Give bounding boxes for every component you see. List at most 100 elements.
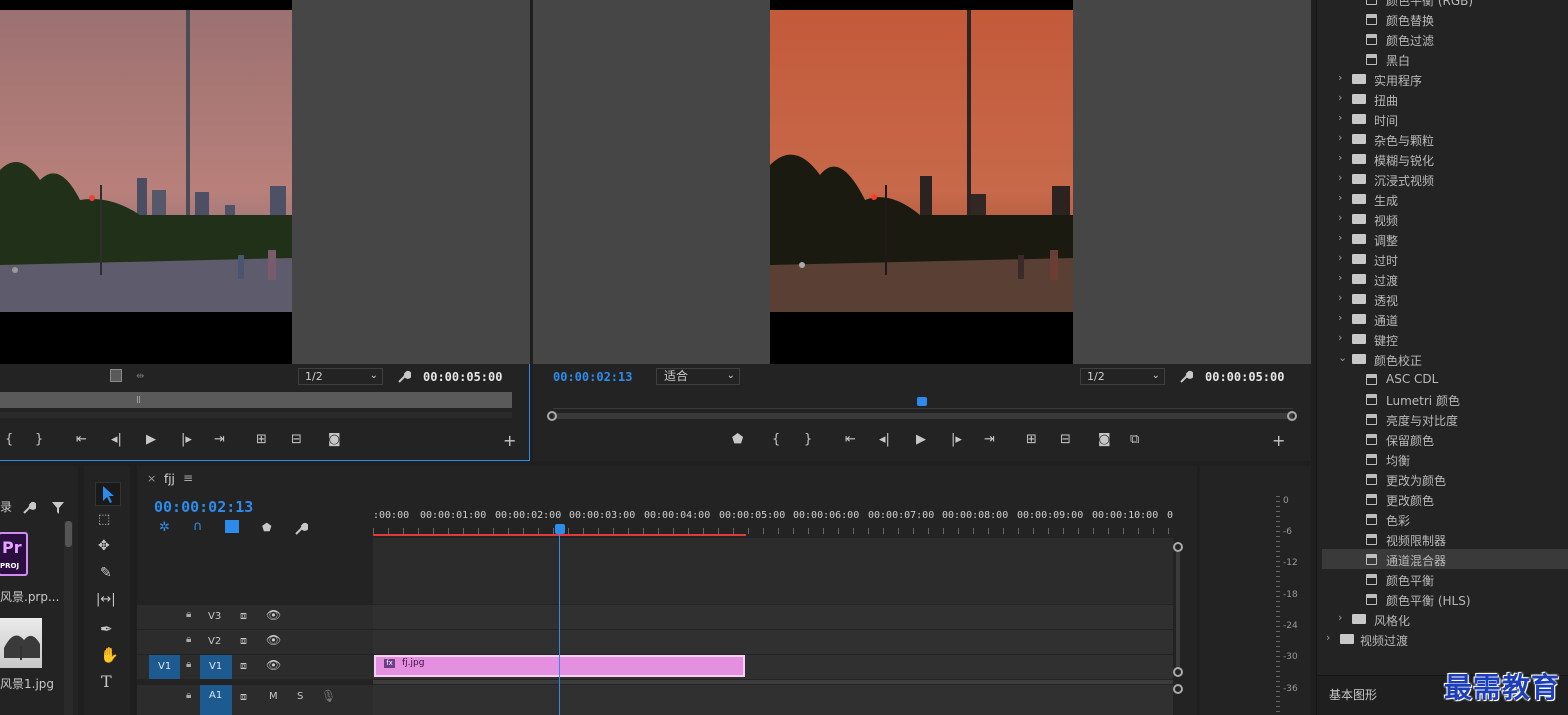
add-button-icon[interactable]: + bbox=[503, 431, 516, 450]
effects-tree-item[interactable]: › 过时 bbox=[1322, 249, 1568, 269]
type-tool-icon[interactable]: T bbox=[101, 672, 112, 691]
effects-tree-item[interactable]: › 过渡 bbox=[1322, 269, 1568, 289]
panel-menu-icon[interactable]: ≡ bbox=[183, 471, 193, 485]
zoom-left-handle[interactable] bbox=[547, 411, 557, 421]
lock-icon[interactable]: 🔒︎ bbox=[186, 690, 191, 701]
track-divider[interactable] bbox=[373, 680, 1173, 684]
effects-tree-item[interactable]: › 沉浸式视频 bbox=[1322, 169, 1568, 189]
mark-out-button[interactable]: } bbox=[804, 432, 812, 447]
track-a1-lane[interactable] bbox=[373, 685, 1173, 715]
effects-tree-item[interactable]: 颜色平衡 (RGB) bbox=[1322, 0, 1568, 9]
compare-view-icon[interactable]: ⧉ bbox=[1130, 432, 1139, 447]
program-fit-select[interactable]: 适合 ⌄ bbox=[656, 368, 740, 385]
insert-icon[interactable]: ⊞ bbox=[256, 432, 267, 447]
lock-icon[interactable]: 🔒︎ bbox=[186, 659, 191, 670]
chevron-right-icon[interactable]: › bbox=[1338, 151, 1342, 164]
vertical-zoom-handle[interactable] bbox=[1173, 667, 1183, 677]
chevron-right-icon[interactable]: › bbox=[1338, 111, 1342, 124]
effects-tree-item[interactable]: › 实用程序 bbox=[1322, 69, 1568, 89]
effects-tree-item[interactable]: › 杂色与颗粒 bbox=[1322, 129, 1568, 149]
track-v3-lane[interactable] bbox=[373, 605, 1173, 629]
effects-tree-item[interactable]: 均衡 bbox=[1322, 449, 1568, 469]
chevron-right-icon[interactable]: › bbox=[1338, 611, 1342, 624]
effects-tree-item[interactable]: › 时间 bbox=[1322, 109, 1568, 129]
nest-icon[interactable]: ✲ bbox=[159, 520, 170, 535]
source-video-frame[interactable] bbox=[0, 0, 292, 364]
effects-tree-item[interactable]: 颜色替换 bbox=[1322, 9, 1568, 29]
mute-button[interactable]: M bbox=[269, 691, 278, 702]
effects-tree-item[interactable]: 通道混合器 bbox=[1322, 549, 1568, 569]
eye-icon[interactable]: 👁︎ bbox=[266, 608, 281, 622]
effects-tree-item[interactable]: › 键控 bbox=[1322, 329, 1568, 349]
solo-button[interactable]: S bbox=[297, 691, 303, 702]
effects-tree-item[interactable]: 颜色平衡 bbox=[1322, 569, 1568, 589]
sync-lock-icon[interactable]: ⧈ bbox=[240, 659, 247, 673]
program-resolution-select[interactable]: 1/2 ⌄ bbox=[1080, 368, 1165, 385]
program-video-frame[interactable] bbox=[770, 0, 1073, 364]
program-zoom-bar[interactable] bbox=[553, 413, 1293, 419]
extract-icon[interactable]: ⊟ bbox=[1060, 432, 1071, 447]
snap-icon[interactable]: ∩ bbox=[193, 519, 203, 534]
effects-tree-item[interactable]: 色彩 bbox=[1322, 509, 1568, 529]
vertical-scroll-track[interactable] bbox=[1176, 552, 1180, 668]
ripple-edit-tool-icon[interactable]: ✥ bbox=[98, 538, 110, 554]
project-scrollbar-thumb[interactable] bbox=[65, 521, 72, 547]
go-to-in-icon[interactable]: ⇤ bbox=[76, 432, 87, 447]
play-icon[interactable]: ▶ bbox=[146, 432, 156, 447]
step-back-icon[interactable]: ◂| bbox=[111, 432, 122, 447]
timeline-timecode[interactable]: 00:00:02:13 bbox=[154, 498, 253, 516]
camera-icon[interactable]: ◙ bbox=[1098, 432, 1111, 447]
step-forward-icon[interactable]: |▸ bbox=[181, 432, 192, 447]
playhead-line[interactable] bbox=[559, 530, 560, 715]
go-to-out-icon[interactable]: ⇥ bbox=[984, 432, 995, 447]
eye-icon[interactable]: 👁︎ bbox=[266, 633, 281, 647]
chevron-right-icon[interactable]: › bbox=[1338, 91, 1342, 104]
slip-tool-icon[interactable]: |↔| bbox=[96, 592, 116, 607]
track-v2-lane[interactable] bbox=[373, 630, 1173, 654]
source-resolution-select[interactable]: 1/2 ⌄ bbox=[298, 368, 383, 385]
effects-tree-item[interactable]: › 视频 bbox=[1322, 209, 1568, 229]
sequence-tab-name[interactable]: fjj bbox=[164, 472, 175, 486]
microphone-icon[interactable]: 🎙︎ bbox=[321, 689, 336, 703]
insert-overlay-icon[interactable]: ⇹ bbox=[136, 371, 150, 382]
razor-tool-icon[interactable]: ✎ bbox=[100, 565, 112, 581]
source-timeline-track[interactable] bbox=[0, 412, 512, 418]
vertical-zoom-handle[interactable] bbox=[1173, 684, 1183, 694]
effects-tree-item[interactable]: 视频限制器 bbox=[1322, 529, 1568, 549]
play-icon[interactable]: ▶ bbox=[916, 432, 926, 447]
sync-lock-icon[interactable]: ⧈ bbox=[240, 690, 247, 704]
chevron-right-icon[interactable]: › bbox=[1338, 251, 1342, 264]
project-item-jpg[interactable]: 风景1.jpg bbox=[0, 616, 60, 691]
mark-out-button[interactable]: } bbox=[35, 432, 43, 447]
hand-tool-icon[interactable]: ✋ bbox=[100, 646, 119, 664]
effects-tree-item[interactable]: › 扭曲 bbox=[1322, 89, 1568, 109]
overwrite-icon[interactable]: ⊟ bbox=[291, 432, 302, 447]
export-frame-settings-icon[interactable] bbox=[110, 369, 122, 382]
mark-in-button[interactable]: { bbox=[5, 432, 13, 447]
time-ruler[interactable]: :00:00 00:00:01:00 00:00:02:00 00:00:03:… bbox=[373, 506, 1173, 538]
essential-graphics-tab[interactable]: 基本图形 bbox=[1329, 686, 1377, 703]
wrench-icon[interactable] bbox=[397, 369, 412, 383]
effects-tree-item[interactable]: › 通道 bbox=[1322, 309, 1568, 329]
effects-tree-item[interactable]: 更改颜色 bbox=[1322, 489, 1568, 509]
effects-tree-item[interactable]: › 透视 bbox=[1322, 289, 1568, 309]
sync-lock-icon[interactable]: ⧈ bbox=[240, 634, 247, 648]
effects-tree-item[interactable]: 更改为颜色 bbox=[1322, 469, 1568, 489]
go-to-out-icon[interactable]: ⇥ bbox=[214, 432, 225, 447]
wrench-icon[interactable] bbox=[294, 521, 309, 535]
step-forward-icon[interactable]: |▸ bbox=[951, 432, 962, 447]
eye-icon[interactable]: 👁︎ bbox=[266, 658, 281, 672]
step-back-icon[interactable]: ◂| bbox=[879, 432, 890, 447]
project-scrollbar[interactable] bbox=[64, 521, 73, 715]
program-timecode[interactable]: 00:00:02:13 bbox=[553, 370, 632, 384]
effects-tree-item[interactable]: › 调整 bbox=[1322, 229, 1568, 249]
sync-lock-icon[interactable]: ⧈ bbox=[240, 609, 247, 623]
chevron-right-icon[interactable]: › bbox=[1338, 271, 1342, 284]
add-button-icon[interactable]: + bbox=[1272, 431, 1285, 450]
close-icon[interactable]: × bbox=[147, 472, 156, 485]
chevron-right-icon[interactable]: › bbox=[1338, 171, 1342, 184]
chevron-right-icon[interactable]: › bbox=[1338, 291, 1342, 304]
source-playhead-handle[interactable] bbox=[137, 396, 140, 403]
effects-tree-item[interactable]: 颜色平衡 (HLS) bbox=[1322, 589, 1568, 609]
chevron-right-icon[interactable]: › bbox=[1338, 311, 1342, 324]
